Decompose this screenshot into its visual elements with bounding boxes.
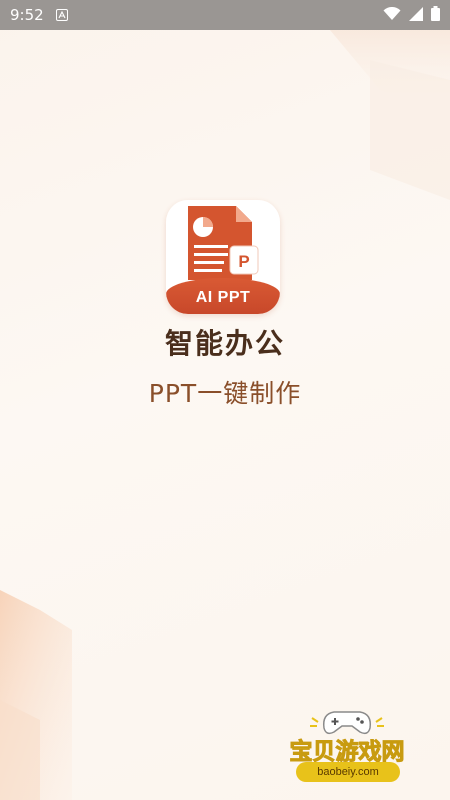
status-time: 9:52 <box>10 6 44 24</box>
svg-text:P: P <box>238 252 249 271</box>
app-icon-label: AI PPT <box>195 289 251 306</box>
watermark-name: 宝贝游戏网 <box>289 739 405 766</box>
app-icon: P AI PPT <box>166 200 280 314</box>
a-letter-icon <box>55 6 68 25</box>
watermark: 宝贝游戏网 baobeiy.com <box>272 704 422 794</box>
battery-icon <box>431 5 440 25</box>
cell-signal-icon <box>409 6 423 25</box>
status-bar: 9:52 <box>0 0 450 30</box>
app-icon-banner: AI PPT <box>166 278 280 314</box>
watermark-url: baobeiy.com <box>296 762 400 782</box>
app-subtitle: PPT一键制作 <box>148 379 302 408</box>
wifi-icon <box>383 6 401 25</box>
app-title: 智能办公 <box>164 327 285 360</box>
